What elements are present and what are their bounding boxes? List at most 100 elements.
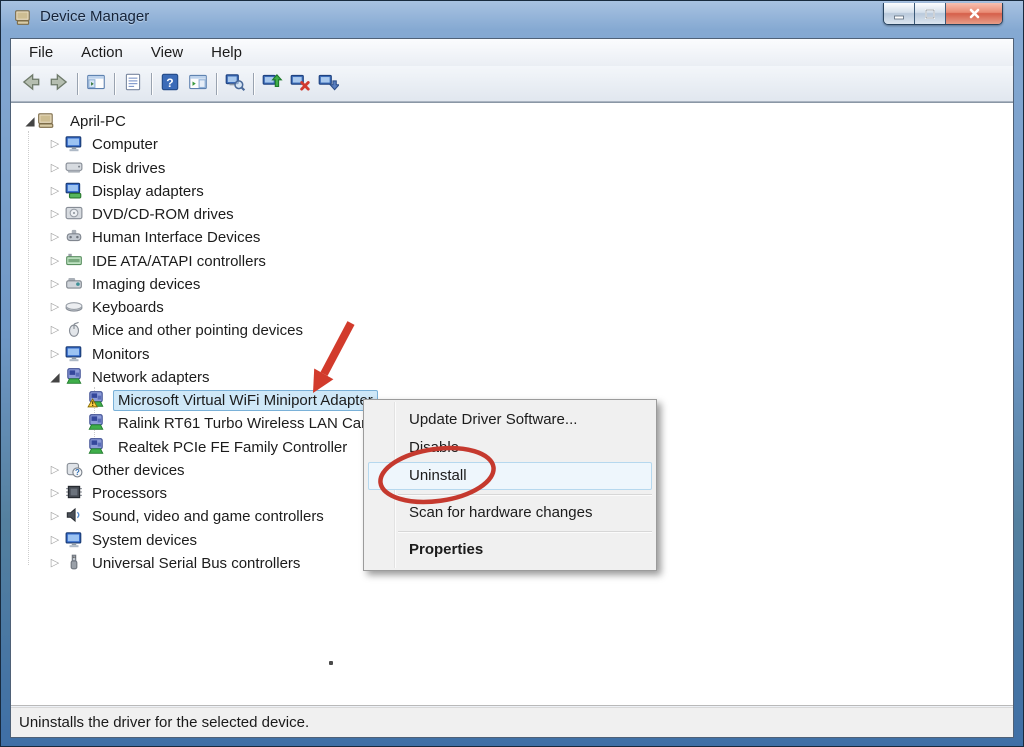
minimize-button[interactable] bbox=[884, 3, 915, 24]
context-menu-item-disable[interactable]: Disable bbox=[368, 434, 652, 462]
other-device-icon: ? bbox=[65, 460, 83, 478]
tree-item-label: Other devices bbox=[92, 462, 185, 479]
tree-item-mice-and-other-pointing-devices[interactable]: ▷ Mice and other pointing devices bbox=[11, 319, 1007, 341]
tree-item-display-adapters[interactable]: ▷ Display adapters bbox=[11, 180, 1007, 202]
tree-item-label: Computer bbox=[92, 136, 158, 153]
expand-arrow-icon[interactable]: ▷ bbox=[48, 253, 62, 269]
hid-device-icon bbox=[65, 227, 83, 245]
title-bar[interactable]: Device Manager bbox=[0, 0, 1024, 38]
toolbar-uninstall-device-button[interactable] bbox=[286, 70, 314, 98]
toolbar-help-button[interactable]: ? bbox=[156, 70, 184, 98]
context-menu-item-update-driver-software[interactable]: Update Driver Software... bbox=[368, 406, 652, 434]
dvd-drive-icon bbox=[65, 204, 83, 222]
expand-arrow-icon[interactable]: ▷ bbox=[48, 229, 62, 245]
context-menu-separator bbox=[398, 531, 652, 532]
expand-arrow-icon[interactable]: ▷ bbox=[48, 346, 62, 362]
tree-item-keyboards[interactable]: ▷ Keyboards bbox=[11, 296, 1007, 318]
toolbar-separator bbox=[253, 72, 254, 95]
help-icon: ? bbox=[159, 71, 181, 97]
tree-item-label: Ralink RT61 Turbo Wireless LAN Card bbox=[118, 415, 375, 432]
context-menu-item-properties[interactable]: Properties bbox=[368, 536, 652, 564]
menu-action[interactable]: Action bbox=[71, 41, 133, 64]
tree-item-human-interface-devices[interactable]: ▷ Human Interface Devices bbox=[11, 226, 1007, 248]
device-manager-window: Device Manager File Action View Help ? ◢… bbox=[0, 0, 1024, 747]
menu-view[interactable]: View bbox=[141, 41, 193, 64]
context-menu-item-uninstall[interactable]: Uninstall bbox=[368, 462, 652, 490]
disk-drive-icon bbox=[65, 158, 83, 176]
tree-item-label: Display adapters bbox=[92, 183, 204, 200]
computer-icon bbox=[65, 134, 83, 152]
toolbar-separator bbox=[216, 72, 217, 95]
tree-item-ide-ata-atapi-controllers[interactable]: ▷ IDE ATA/ATAPI controllers bbox=[11, 250, 1007, 272]
window-controls bbox=[883, 3, 1003, 25]
forward-icon bbox=[48, 71, 70, 97]
device-manager-icon bbox=[14, 8, 32, 26]
expand-arrow-icon[interactable]: ▷ bbox=[48, 160, 62, 176]
toolbar-separator bbox=[114, 72, 115, 95]
svg-text:?: ? bbox=[75, 468, 80, 477]
tree-item-april-pc[interactable]: ◢ April-PC bbox=[11, 110, 1007, 132]
expand-arrow-icon[interactable]: ▷ bbox=[48, 183, 62, 199]
expand-arrow-icon[interactable]: ▷ bbox=[48, 299, 62, 315]
status-bar: Uninstalls the driver for the selected d… bbox=[11, 707, 1013, 737]
tree-item-label: April-PC bbox=[70, 113, 126, 130]
tree-item-label: Imaging devices bbox=[92, 276, 201, 293]
processor-icon bbox=[65, 483, 83, 501]
menu-file[interactable]: File bbox=[19, 41, 63, 64]
toolbar-back-button[interactable] bbox=[17, 70, 45, 98]
tree-item-label: Monitors bbox=[92, 346, 150, 363]
system-device-icon bbox=[65, 530, 83, 548]
tree-item-disk-drives[interactable]: ▷ Disk drives bbox=[11, 157, 1007, 179]
collapse-arrow-icon[interactable]: ◢ bbox=[23, 113, 37, 129]
mouse-icon bbox=[65, 320, 83, 338]
collapse-arrow-icon[interactable]: ◢ bbox=[48, 369, 62, 385]
maximize-button[interactable] bbox=[915, 3, 946, 24]
expand-arrow-icon[interactable]: ▷ bbox=[48, 322, 62, 338]
tree-item-label: Human Interface Devices bbox=[92, 229, 261, 246]
tree-item-imaging-devices[interactable]: ▷ Imaging devices bbox=[11, 273, 1007, 295]
keyboard-icon bbox=[65, 297, 83, 315]
toolbar-properties-button[interactable] bbox=[119, 70, 147, 98]
expand-arrow-icon[interactable]: ▷ bbox=[48, 508, 62, 524]
network-adapter-icon bbox=[65, 367, 83, 385]
close-button[interactable] bbox=[946, 3, 1002, 24]
tree-item-label: Universal Serial Bus controllers bbox=[92, 555, 301, 572]
toolbar: ? bbox=[11, 66, 1013, 102]
toolbar-update-driver-software-button[interactable] bbox=[258, 70, 286, 98]
toolbar-show-action-pane-button[interactable] bbox=[184, 70, 212, 98]
toolbar-forward-button[interactable] bbox=[45, 70, 73, 98]
tree-item-dvd-cd-rom-drives[interactable]: ▷ DVD/CD-ROM drives bbox=[11, 203, 1007, 225]
toolbar-scan-hardware-changes-button[interactable] bbox=[221, 70, 249, 98]
properties-icon bbox=[122, 71, 144, 97]
expand-arrow-icon[interactable]: ▷ bbox=[48, 532, 62, 548]
svg-text:?: ? bbox=[166, 75, 173, 89]
status-text: Uninstalls the driver for the selected d… bbox=[19, 714, 310, 731]
scan-hardware-changes-icon bbox=[224, 71, 246, 97]
network-adapter-icon bbox=[87, 413, 105, 431]
back-icon bbox=[20, 71, 42, 97]
tree-item-label: Sound, video and game controllers bbox=[92, 508, 324, 525]
toolbar-show-hide-console-tree-button[interactable] bbox=[82, 70, 110, 98]
toolbar-separator bbox=[77, 72, 78, 95]
tree-item-monitors[interactable]: ▷ Monitors bbox=[11, 343, 1007, 365]
expand-arrow-icon[interactable]: ▷ bbox=[48, 462, 62, 478]
tree-item-label: IDE ATA/ATAPI controllers bbox=[92, 253, 266, 270]
show-action-pane-icon bbox=[187, 71, 209, 97]
ide-controller-icon bbox=[65, 251, 83, 269]
uninstall-device-icon bbox=[289, 71, 311, 97]
expand-arrow-icon[interactable]: ▷ bbox=[48, 206, 62, 222]
disable-device-icon bbox=[317, 71, 341, 97]
tree-item-label: System devices bbox=[92, 532, 198, 549]
menu-help[interactable]: Help bbox=[201, 41, 252, 64]
toolbar-disable-device-button[interactable] bbox=[314, 70, 342, 98]
context-menu-item-scan-for-hardware-changes[interactable]: Scan for hardware changes bbox=[368, 499, 652, 527]
show-hide-console-tree-icon bbox=[85, 71, 107, 97]
expand-arrow-icon[interactable]: ▷ bbox=[48, 276, 62, 292]
expand-arrow-icon[interactable]: ▷ bbox=[48, 485, 62, 501]
tree-item-computer[interactable]: ▷ Computer bbox=[11, 133, 1007, 155]
menu-bar: File Action View Help bbox=[11, 39, 1013, 66]
tree-item-network-adapters[interactable]: ◢ Network adapters bbox=[11, 366, 1007, 388]
expand-arrow-icon[interactable]: ▷ bbox=[48, 555, 62, 571]
expand-arrow-icon[interactable]: ▷ bbox=[48, 136, 62, 152]
imaging-device-icon bbox=[65, 274, 83, 292]
